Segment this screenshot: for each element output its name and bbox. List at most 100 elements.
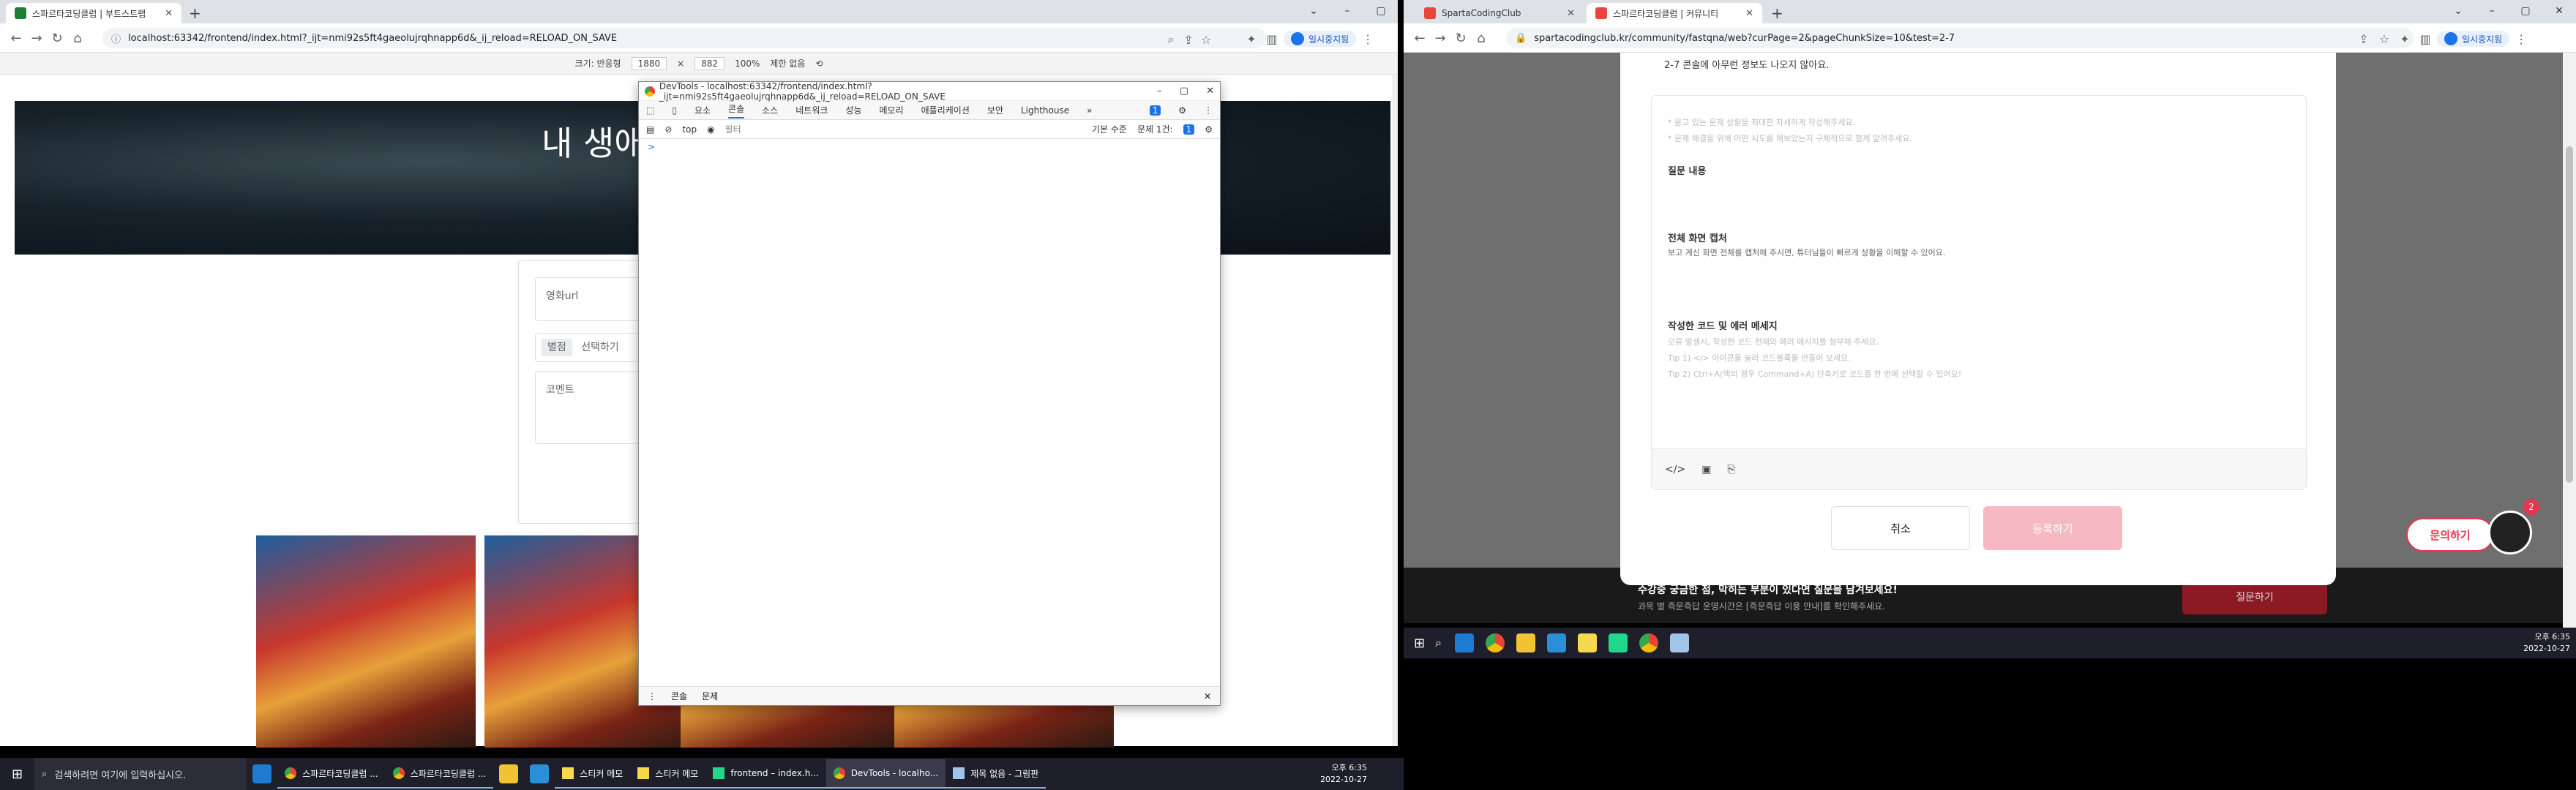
star-icon[interactable]: ☆	[2375, 32, 2393, 46]
code-block-icon[interactable]: </>	[1665, 464, 1685, 475]
close-tab-icon[interactable]: ✕	[1567, 8, 1575, 19]
new-tab-button[interactable]: +	[189, 4, 201, 22]
context-select[interactable]: top	[682, 124, 697, 135]
ie-icon[interactable]	[1547, 633, 1567, 652]
folder-icon[interactable]	[499, 764, 519, 783]
forward-icon[interactable]: →	[26, 31, 47, 46]
gear-icon[interactable]: ⚙	[1178, 105, 1186, 116]
taskbar-app-sticky[interactable]: 스티커 메모	[630, 759, 706, 789]
chrome-icon[interactable]	[1486, 633, 1505, 652]
chrome-icon[interactable]	[1639, 633, 1659, 652]
mascot-icon[interactable]	[2488, 511, 2532, 554]
tab-memory[interactable]: 메모리	[880, 104, 904, 116]
drawer-menu-icon[interactable]: ⋮	[648, 691, 656, 701]
ie-icon[interactable]	[530, 764, 550, 783]
maximize-icon[interactable]: ▢	[1180, 86, 1188, 97]
close-icon[interactable]: ✕	[1206, 86, 1214, 97]
tab-spartacodingclub[interactable]: SpartaCodingClub ✕	[1415, 3, 1584, 23]
zoom-icon[interactable]: ⌕	[1162, 32, 1180, 47]
minimize-icon[interactable]: –	[1157, 86, 1162, 97]
sidebar-icon[interactable]: ▥	[1263, 32, 1281, 46]
image-icon[interactable]: ▣	[1701, 464, 1711, 475]
inspect-icon[interactable]: ⬚	[646, 105, 654, 116]
share-icon[interactable]: ⇪	[1180, 33, 1197, 47]
cancel-button[interactable]: 취소	[1831, 506, 1970, 550]
right-clock[interactable]: 오후 6:35 2022-10-27	[2523, 631, 2570, 655]
pycharm-icon[interactable]	[1609, 633, 1628, 652]
search-icon[interactable]: ⌕	[1435, 636, 1442, 650]
maximize-icon[interactable]: ▢	[1364, 0, 1398, 23]
tab-elements[interactable]: 요소	[694, 104, 711, 116]
sidebar-toggle-icon[interactable]: ▤	[646, 124, 654, 135]
home-icon[interactable]: ⌂	[67, 31, 88, 46]
windows-start-icon[interactable]: ⊞	[1414, 636, 1425, 651]
taskbar-app-paint[interactable]: 제목 없음 - 그림판	[946, 759, 1046, 789]
zoom-select[interactable]: 100%	[735, 59, 760, 69]
issues-label[interactable]: 문제 1건:	[1137, 123, 1173, 135]
attachment-icon[interactable]: ⎘	[1727, 464, 1735, 475]
throttle-select[interactable]: 제한 없음	[770, 57, 805, 69]
inquiry-button[interactable]: 문의하기	[2406, 518, 2494, 552]
edge-icon[interactable]	[1455, 633, 1475, 652]
question-editor[interactable]: * 묻고 있는 문제 상황을 최대한 자세하게 작성해주세요. * 문제 해결을…	[1651, 95, 2307, 490]
tab-lighthouse[interactable]: Lighthouse	[1021, 105, 1069, 116]
sync-paused-button[interactable]: 일시중지됨	[2437, 31, 2510, 47]
chevron-down-icon[interactable]: ⌄	[1297, 0, 1330, 23]
new-tab-button[interactable]: +	[1771, 4, 1783, 22]
right-address-bar[interactable]: 🔒 spartacodingclub.kr/community/fastqna/…	[1506, 28, 2414, 48]
drawer-tab-issues[interactable]: 문제	[702, 690, 718, 702]
left-scrollbar[interactable]	[1392, 75, 1398, 746]
sync-paused-button[interactable]: 일시중지됨	[1284, 31, 1357, 47]
windows-start-icon[interactable]: ⊞	[12, 767, 23, 782]
extensions-icon[interactable]: ✦	[1243, 32, 1260, 46]
more-tabs-icon[interactable]: »	[1087, 105, 1092, 116]
chevron-down-icon[interactable]: ⌄	[2441, 0, 2475, 23]
left-clock[interactable]: 오후 6:35 2022-10-27	[1320, 762, 1367, 786]
sticky-notes-icon[interactable]	[1578, 633, 1598, 652]
tab-security[interactable]: 보안	[987, 104, 1003, 116]
drawer-close-icon[interactable]: ✕	[1204, 691, 1211, 701]
extensions-icon[interactable]: ✦	[2396, 32, 2414, 46]
minimize-icon[interactable]: –	[2475, 0, 2509, 23]
taskbar-app-chrome[interactable]: 스파르타코딩클럽 ...	[385, 759, 494, 789]
paint-icon[interactable]	[1670, 633, 1690, 652]
rotate-icon[interactable]: ⟲	[815, 59, 823, 69]
edge-icon[interactable]	[252, 764, 272, 783]
back-icon[interactable]: ←	[6, 31, 26, 46]
issues-badge[interactable]: 1	[1149, 105, 1161, 116]
submit-button[interactable]: 등록하기	[1983, 506, 2122, 550]
folder-icon[interactable]	[1516, 633, 1536, 652]
filter-input[interactable]: 필터	[725, 123, 1082, 135]
close-tab-icon[interactable]: ✕	[1745, 8, 1753, 19]
sidebar-icon[interactable]: ▥	[2416, 32, 2434, 46]
tab-network[interactable]: 네트워크	[795, 104, 828, 116]
device-width-input[interactable]: 1880	[631, 56, 667, 70]
taskbar-app-sticky[interactable]: 스티커 메모	[555, 759, 631, 789]
device-height-input[interactable]: 882	[694, 56, 725, 70]
right-scrollbar-thumb[interactable]	[2566, 146, 2573, 483]
tab-sources[interactable]: 소스	[762, 104, 778, 116]
drawer-tab-console[interactable]: 콘솔	[671, 690, 687, 702]
share-icon[interactable]: ⇪	[2355, 32, 2373, 46]
minimize-icon[interactable]: –	[1330, 0, 1364, 23]
tab-community[interactable]: 스파르타코딩클럽 | 커뮤니티 ✕	[1587, 3, 1762, 23]
tab-console[interactable]: 콘솔	[728, 102, 745, 118]
device-toggle-icon[interactable]: ▯	[672, 105, 677, 116]
menu-icon[interactable]: ⋮	[2512, 32, 2530, 46]
close-icon[interactable]: ✕	[2542, 0, 2576, 23]
left-address-bar[interactable]: ⓘ localhost:63342/frontend/index.html?_i…	[102, 28, 1266, 48]
eye-icon[interactable]: ◉	[707, 124, 714, 135]
tab-application[interactable]: 애플리케이션	[921, 104, 970, 116]
forward-icon[interactable]: →	[1430, 31, 1450, 46]
console-prompt[interactable]: >	[639, 139, 1220, 155]
taskbar-app-pycharm[interactable]: frontend – index.h...	[705, 759, 826, 789]
reload-icon[interactable]: ↻	[47, 31, 67, 46]
reload-icon[interactable]: ↻	[1450, 31, 1471, 46]
home-icon[interactable]: ⌂	[1471, 31, 1491, 46]
console-settings-icon[interactable]: ⚙	[1205, 124, 1213, 135]
tab-sparta-bootstrap[interactable]: 스파르타코딩클럽 | 부트스트랩 ✕	[6, 3, 181, 23]
back-icon[interactable]: ←	[1409, 31, 1430, 46]
maximize-icon[interactable]: ▢	[2509, 0, 2542, 23]
taskbar-app-chrome[interactable]: 스파르타코딩클럽 ...	[277, 759, 386, 789]
tab-performance[interactable]: 성능	[845, 104, 861, 116]
